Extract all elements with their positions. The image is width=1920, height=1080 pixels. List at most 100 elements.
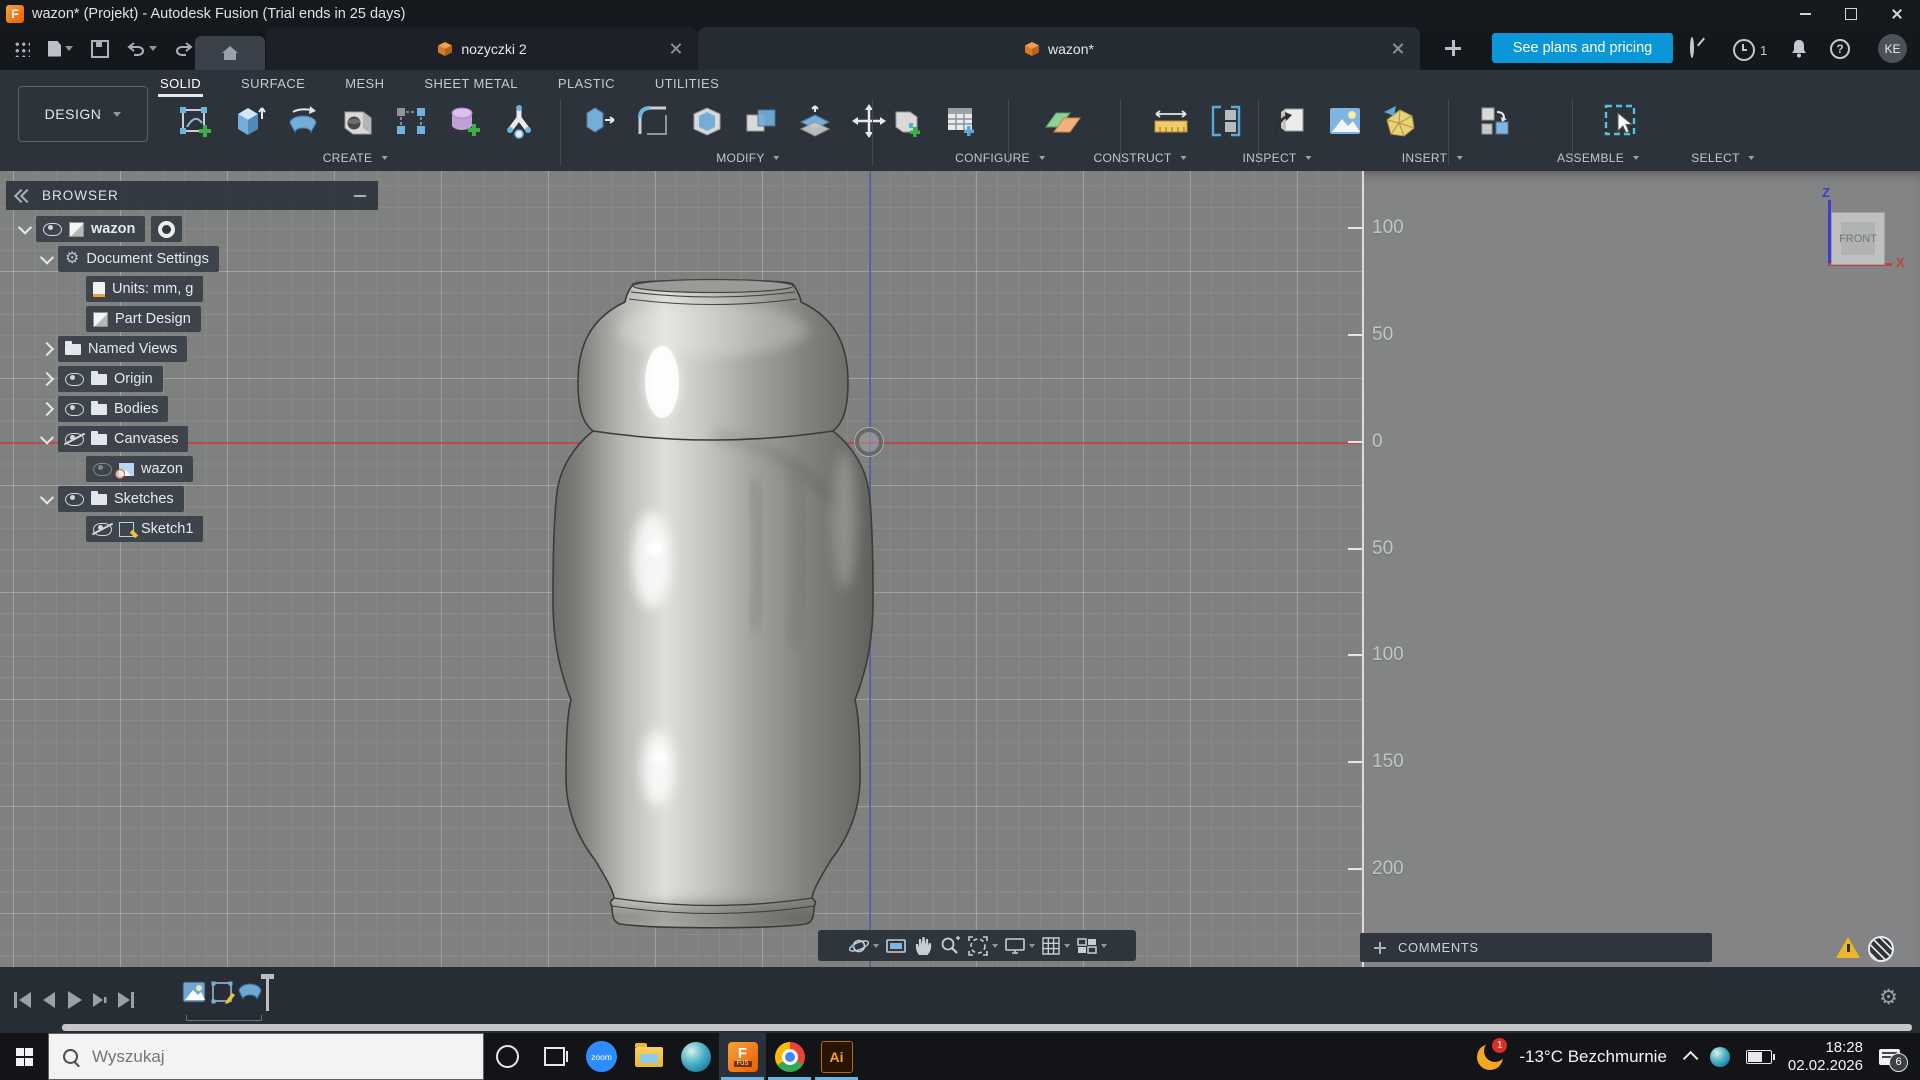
orbit-button[interactable] (848, 935, 879, 957)
timeline-playback-controls[interactable] (12, 989, 142, 1011)
cortana-button[interactable] (484, 1033, 531, 1080)
view-cube[interactable]: Z X FRONT (1800, 185, 1910, 285)
combine-button[interactable] (738, 98, 784, 144)
tree-row-bodies[interactable]: Bodies (39, 395, 169, 423)
taskbar-clock[interactable]: 18:28 02.02.2026 (1788, 1039, 1863, 1075)
origin-point[interactable] (855, 428, 883, 456)
start-button[interactable] (0, 1033, 48, 1080)
visibility-eye-icon[interactable] (65, 402, 84, 416)
tab-nozyczki-2[interactable]: nozyczki 2 (266, 27, 698, 70)
expand-arrow-icon[interactable] (17, 220, 33, 235)
ground-icon[interactable] (158, 220, 176, 238)
shell-button[interactable] (684, 98, 730, 144)
tree-row-document-settings[interactable]: ⚙ Document Settings (39, 245, 219, 273)
expand-arrow-icon[interactable] (39, 490, 55, 505)
insert-derive-button[interactable] (1268, 98, 1314, 144)
task-view-button[interactable] (531, 1033, 578, 1080)
group-select[interactable]: SELECT (1691, 151, 1755, 165)
save-button[interactable] (91, 39, 109, 58)
tree-row-wazon[interactable]: wazon (17, 215, 183, 243)
offline-status-icon[interactable] (1868, 936, 1894, 962)
home-button[interactable] (195, 36, 265, 70)
timeline-scrollbar[interactable] (62, 1024, 1912, 1031)
collapse-panel-icon[interactable] (13, 188, 35, 203)
workspace-switcher[interactable]: DESIGN (18, 86, 148, 142)
tab-surface[interactable]: SURFACE (239, 72, 307, 95)
press-pull-button[interactable] (576, 98, 622, 144)
model-viewport[interactable]: 100 50 0 50 100 150 200 Z X FRONT BROWSE… (0, 171, 1920, 967)
group-configure[interactable]: CONFIGURE (955, 151, 1045, 165)
timeline-sketch-feature[interactable] (211, 981, 236, 1005)
view-cube-front-face[interactable]: FRONT (1831, 212, 1885, 265)
revolve-button[interactable] (280, 98, 326, 144)
display-settings-button[interactable] (1004, 936, 1035, 956)
insert-mesh-button[interactable] (1376, 98, 1422, 144)
visibility-eye-icon[interactable] (43, 222, 62, 236)
go-to-end-icon[interactable] (118, 992, 134, 1008)
tab-mesh[interactable]: MESH (343, 72, 386, 95)
construct-plane-button[interactable] (1040, 98, 1086, 144)
extensions-button[interactable] (1690, 37, 1694, 58)
collapse-arrow-icon[interactable] (39, 341, 55, 357)
tab-close-icon[interactable] (670, 42, 682, 54)
tab-sheet-metal[interactable]: SHEET METAL (422, 72, 520, 95)
collapse-arrow-icon[interactable] (39, 371, 55, 387)
tree-row-origin[interactable]: Origin (39, 365, 163, 393)
close-button[interactable] (1874, 0, 1920, 27)
tree-row-part-design[interactable]: Part Design (86, 305, 201, 333)
create-form-button[interactable] (442, 98, 488, 144)
group-inspect[interactable]: INSPECT (1242, 151, 1312, 165)
minimize-panel-icon[interactable] (354, 194, 366, 197)
timeline-canvas-feature[interactable] (182, 981, 206, 1003)
grid-snap-button[interactable] (1041, 936, 1070, 956)
timeline-scrubber[interactable] (261, 974, 274, 1011)
visibility-eye-dim-icon[interactable] (93, 462, 112, 476)
user-avatar[interactable]: KE (1878, 34, 1907, 63)
extrude-button[interactable] (226, 98, 272, 144)
group-insert[interactable]: INSERT (1402, 151, 1463, 165)
tree-row-canvas-wazon[interactable]: wazon (86, 455, 193, 483)
taskbar-search[interactable] (48, 1033, 484, 1080)
fit-button[interactable] (967, 935, 998, 957)
tab-close-icon[interactable] (1392, 42, 1404, 54)
maximize-button[interactable] (1828, 0, 1874, 27)
tray-expand-chevron-icon[interactable] (1682, 1050, 1699, 1067)
collapse-arrow-icon[interactable] (39, 401, 55, 417)
taskbar-app-zoom[interactable]: zoom (578, 1033, 625, 1080)
step-forward-icon[interactable] (93, 993, 107, 1007)
warning-button[interactable] (1836, 937, 1860, 958)
tab-solid[interactable]: SOLID (158, 72, 204, 97)
configure-button[interactable] (884, 98, 930, 144)
minimize-button[interactable] (1782, 0, 1828, 27)
tree-row-units[interactable]: Units: mm, g (86, 275, 204, 303)
select-button[interactable] (1598, 98, 1644, 144)
insert-canvas-button[interactable] (1322, 98, 1368, 144)
vase-3d-model[interactable] (540, 271, 890, 935)
new-component-button[interactable] (1472, 98, 1518, 144)
tree-row-canvases[interactable]: Canvases (39, 425, 189, 453)
search-input[interactable] (90, 1045, 434, 1068)
see-plans-button[interactable]: See plans and pricing (1492, 33, 1673, 63)
action-center-button[interactable]: 6 (1879, 1048, 1908, 1072)
visibility-eye-off-icon[interactable] (65, 432, 84, 446)
notifications-button[interactable] (1790, 38, 1808, 63)
weather-widget[interactable]: 1 (1477, 1037, 1508, 1070)
settings-gear-icon[interactable]: ⚙ (1879, 985, 1898, 1010)
tab-wazon[interactable]: wazon* (698, 27, 1420, 70)
timeline-revolve-feature[interactable] (238, 983, 262, 1000)
look-at-button[interactable] (885, 937, 907, 955)
offset-face-button[interactable] (792, 98, 838, 144)
battery-icon[interactable] (1745, 1049, 1775, 1064)
tree-row-sketch1[interactable]: Sketch1 (86, 515, 204, 543)
app-launcher-button[interactable] (13, 40, 30, 57)
tab-plastic[interactable]: PLASTIC (556, 72, 617, 95)
pan-button[interactable] (913, 935, 933, 957)
tab-utilities[interactable]: UTILITIES (653, 72, 721, 95)
expand-arrow-icon[interactable] (39, 250, 55, 265)
weather-text[interactable]: -13°C Bezchmurnie (1519, 1047, 1667, 1067)
zoom-button[interactable] (939, 935, 961, 957)
help-button[interactable]: ? (1830, 39, 1850, 59)
taskbar-app-illustrator[interactable]: Ai (813, 1033, 860, 1080)
job-status-button[interactable]: 1 (1733, 39, 1767, 61)
group-assemble[interactable]: ASSEMBLE (1557, 151, 1640, 165)
